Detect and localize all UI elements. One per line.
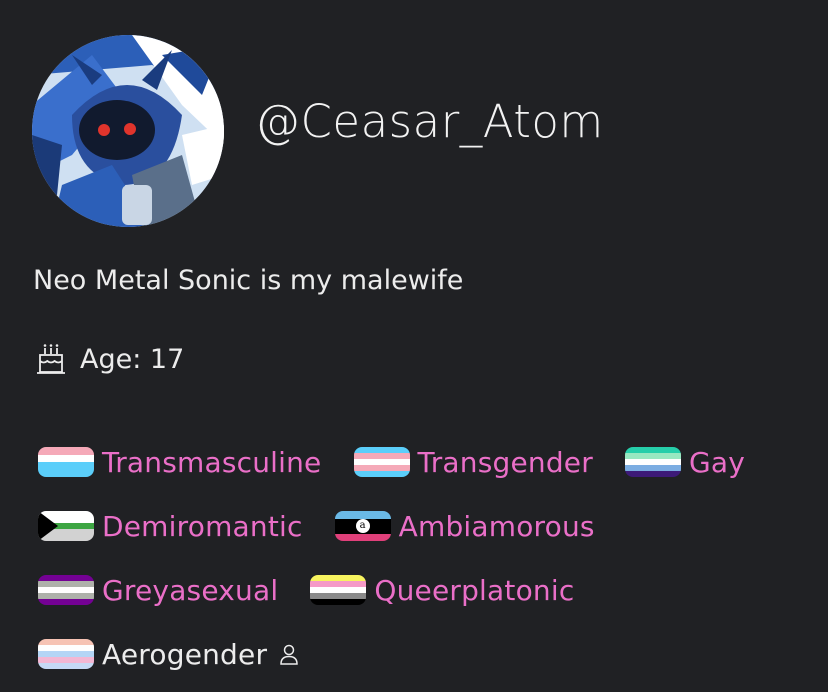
label-tag[interactable]: Queerplatonic <box>310 574 574 607</box>
labels-row: Aerogender <box>38 622 798 686</box>
label-text: Queerplatonic <box>374 573 575 607</box>
label-tag[interactable]: Gay <box>624 445 745 479</box>
label-text: Transgender <box>417 445 593 479</box>
flag-icon <box>38 575 94 605</box>
label-tag[interactable]: Aerogender <box>38 638 299 671</box>
avatar[interactable] <box>32 35 224 227</box>
flag-icon: a <box>334 511 391 541</box>
label-tag[interactable]: Transgender <box>353 445 593 479</box>
flag-icon <box>310 575 367 605</box>
identity-labels: Transmasculine Transgender Gay Demiroman… <box>38 430 798 686</box>
label-tag[interactable]: a Ambiamorous <box>334 509 595 543</box>
labels-row: Transmasculine Transgender Gay <box>38 430 798 494</box>
age-text: Age: 17 <box>80 343 185 375</box>
label-text: Transmasculine <box>102 445 322 479</box>
flag-icon <box>38 447 94 477</box>
label-text: Ambiamorous <box>398 509 595 543</box>
flag-icon <box>624 447 681 477</box>
person-icon[interactable] <box>279 644 299 666</box>
cake-icon <box>37 344 65 374</box>
label-text: Aerogender <box>102 637 268 671</box>
label-text: Demiromantic <box>102 509 303 543</box>
label-text: Gay <box>688 445 745 479</box>
label-tag[interactable]: Transmasculine <box>38 446 322 479</box>
flag-icon <box>38 511 94 541</box>
flag-icon <box>38 639 94 669</box>
avatar-image <box>32 35 224 227</box>
labels-row: Demiromantic a Ambiamorous <box>38 494 798 558</box>
bio: Neo Metal Sonic is my malewife <box>33 265 464 296</box>
label-text: Greyasexual <box>102 573 279 607</box>
label-tag[interactable]: Greyasexual <box>38 574 278 607</box>
flag-icon <box>353 447 410 477</box>
age-row: Age: 17 <box>36 343 184 375</box>
label-tag[interactable]: Demiromantic <box>38 510 303 543</box>
labels-row: Greyasexual Queerplatonic <box>38 558 798 622</box>
username: @Ceasar_Atom <box>255 95 604 148</box>
